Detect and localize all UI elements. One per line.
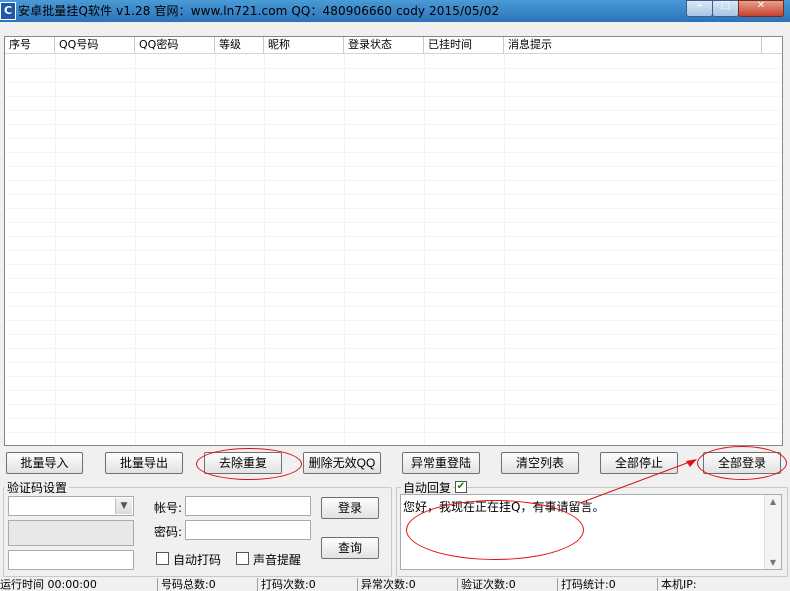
status-total: 号码总数:0	[157, 578, 256, 591]
annotation-arrows	[579, 459, 697, 504]
status-code-stats: 打码统计:0	[557, 578, 656, 591]
status-runtime: 运行时间 00:00:00	[0, 578, 97, 591]
status-verify-count: 验证次数:0	[457, 578, 556, 591]
status-code-count: 打码次数:0	[257, 578, 356, 591]
status-bar: 运行时间 00:00:00 号码总数:0 打码次数:0 异常次数:0 验证次数:…	[0, 578, 790, 591]
status-error-count: 异常次数:0	[357, 578, 456, 591]
status-local-ip: 本机IP:	[657, 578, 789, 591]
